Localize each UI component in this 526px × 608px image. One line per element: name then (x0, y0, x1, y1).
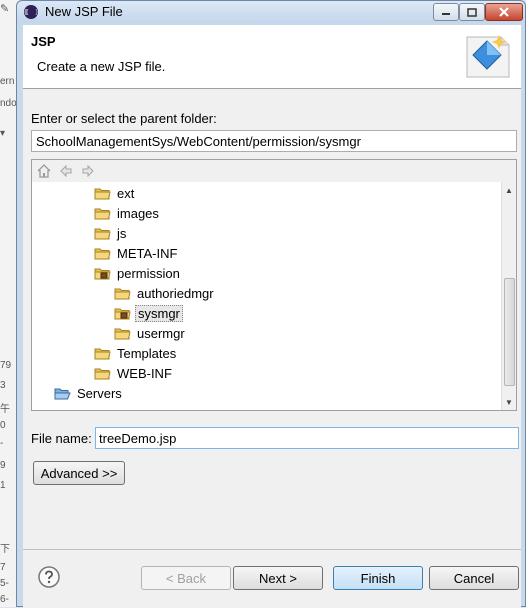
tree-item-label: js (117, 225, 127, 241)
minimize-icon (442, 13, 450, 15)
tree-item-authoriedmgr[interactable]: authoriedmgr (114, 284, 216, 302)
tree-item-label: usermgr (137, 325, 185, 341)
tree-item-ext[interactable]: ext (94, 184, 136, 202)
cancel-button[interactable]: Cancel (429, 566, 519, 590)
tree-item-web-inf[interactable]: WEB-INF (94, 364, 174, 382)
forward-arrow-icon[interactable] (80, 163, 96, 179)
scrollbar-thumb[interactable] (504, 278, 515, 386)
tree-item-servers[interactable]: Servers (54, 384, 124, 402)
wizard-title: JSP (31, 34, 56, 49)
file-name-label: File name: (31, 431, 92, 446)
folder-icon (94, 248, 111, 259)
tree-item-sysmgr[interactable]: sysmgr (114, 304, 183, 322)
file-name-input[interactable] (95, 427, 519, 449)
close-button[interactable] (485, 3, 523, 21)
minimize-button[interactable] (433, 3, 459, 21)
folder-icon (94, 228, 111, 239)
package-folder-icon (94, 268, 111, 279)
jsp-wizard-banner-icon (466, 35, 510, 78)
tree-item-label: permission (117, 265, 180, 281)
scroll-up-arrow-icon[interactable]: ▲ (502, 182, 516, 198)
home-icon[interactable] (36, 163, 52, 179)
tree-item-label: WEB-INF (117, 365, 172, 381)
wizard-header: JSP Create a new JSP file. (23, 25, 521, 89)
tree-item-meta-inf[interactable]: META-INF (94, 244, 179, 262)
folder-icon (94, 368, 111, 379)
advanced-button[interactable]: Advanced >> (33, 461, 125, 485)
maximize-button[interactable] (459, 3, 485, 21)
tree-item-usermgr[interactable]: usermgr (114, 324, 187, 342)
folder-tree: ext images js META-INF permission author… (32, 182, 502, 410)
tree-item-label: authoriedmgr (137, 285, 214, 301)
back-arrow-icon[interactable] (58, 163, 74, 179)
tree-item-label: Servers (77, 385, 122, 401)
help-icon[interactable] (37, 565, 61, 589)
tree-item-label: sysmgr (135, 304, 183, 322)
parent-folder-label: Enter or select the parent folder: (31, 111, 217, 126)
eclipse-icon (24, 5, 38, 19)
tree-item-js[interactable]: js (94, 224, 128, 242)
dialog-client-area: JSP Create a new JSP file. Enter or sele… (23, 25, 521, 608)
package-folder-icon (114, 308, 131, 319)
parent-folder-input[interactable] (31, 130, 517, 152)
tree-item-label: images (117, 205, 159, 221)
folder-icon (94, 188, 111, 199)
tree-item-label: META-INF (117, 245, 178, 261)
folder-tree-panel: ext images js META-INF permission author… (31, 159, 517, 411)
tree-item-permission[interactable]: permission (94, 264, 182, 282)
finish-button[interactable]: Finish (333, 566, 423, 590)
folder-icon (94, 348, 111, 359)
close-icon (499, 7, 509, 17)
tree-item-templates[interactable]: Templates (94, 344, 178, 362)
maximize-icon (467, 7, 477, 17)
folder-icon (114, 288, 131, 299)
back-button[interactable]: < Back (141, 566, 231, 590)
title-bar[interactable]: New JSP File (17, 1, 525, 23)
tree-vertical-scrollbar[interactable]: ▲ ▼ (501, 182, 516, 410)
tree-item-images[interactable]: images (94, 204, 161, 222)
tree-toolbar (32, 160, 516, 182)
folder-icon (94, 208, 111, 219)
next-button[interactable]: Next > (233, 566, 323, 590)
window-title: New JSP File (45, 4, 123, 19)
folder-icon (114, 328, 131, 339)
wizard-description: Create a new JSP file. (37, 59, 166, 74)
open-folder-icon (54, 388, 71, 399)
button-bar-separator (23, 549, 521, 550)
tree-item-label: ext (117, 185, 135, 201)
new-jsp-file-dialog: New JSP File JSP Create a new JSP file. … (16, 0, 526, 608)
tree-item-label: Templates (117, 345, 177, 361)
scroll-down-arrow-icon[interactable]: ▼ (502, 394, 516, 410)
